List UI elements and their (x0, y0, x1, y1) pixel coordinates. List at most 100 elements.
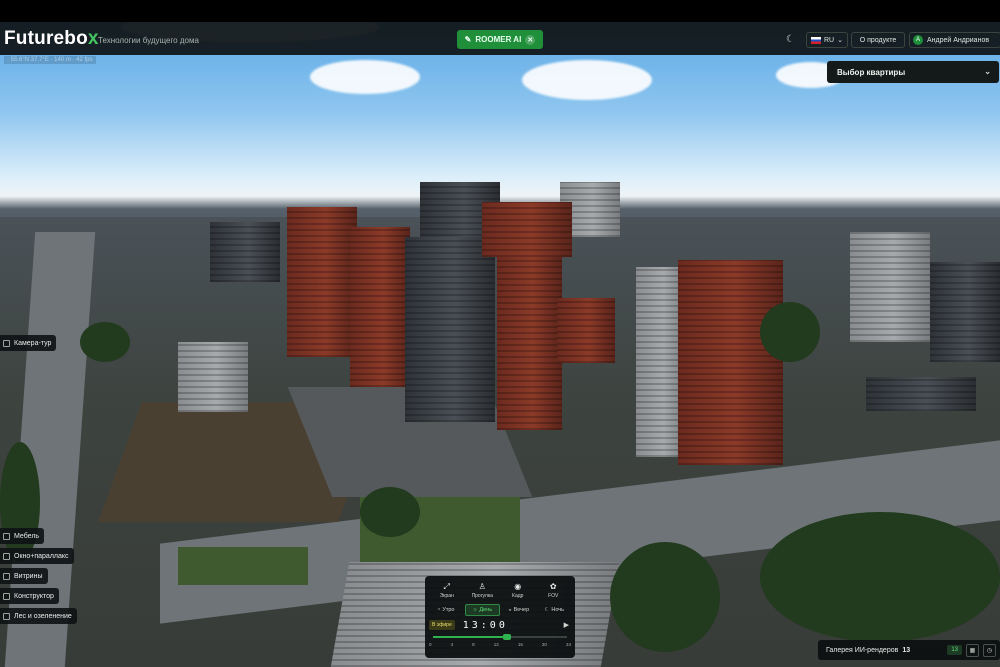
tool-camera-tour[interactable]: Камера-тур (0, 335, 57, 351)
gallery-images-chip[interactable]: 13 (947, 645, 962, 655)
walk-icon: ♙ (478, 582, 486, 591)
tick-label: 20 (541, 642, 547, 647)
tick-label: 0 (429, 642, 432, 647)
building (850, 232, 930, 342)
mode-fov-button[interactable]: ✿ FOV (536, 580, 572, 602)
sunrise-icon: ◔ (437, 607, 441, 613)
apartment-select-dropdown[interactable]: Выбор квартиры ⌄ (827, 61, 999, 83)
tick-label: 8 (472, 642, 475, 647)
mode-frame-button[interactable]: ◉ Кадр (500, 580, 536, 602)
tree (360, 487, 420, 537)
building (866, 377, 976, 411)
tick-label: 24 (565, 642, 571, 647)
residential-tower (678, 260, 783, 465)
camera-icon: ◉ (514, 582, 522, 591)
city-3d-viewport[interactable] (0, 22, 1000, 667)
logo-main-text: Futurebo (4, 28, 88, 49)
moon-icon[interactable]: ☾ (786, 34, 797, 45)
tree (610, 542, 720, 652)
close-icon[interactable]: ✕ (525, 34, 536, 45)
live-badge[interactable]: В эфире (429, 620, 455, 630)
time-of-day-row: ◔ Утро ☼ День ◒ Вечер ☾ Ночь (429, 604, 571, 616)
building (178, 342, 248, 412)
mode-walk-button[interactable]: ♙ Прогулка (465, 580, 501, 602)
camera-tour-icon (3, 339, 10, 347)
tree (760, 302, 820, 362)
building (557, 298, 615, 363)
lawn (178, 547, 308, 585)
grid-icon[interactable]: ▦ (966, 643, 979, 657)
time-of-day-day[interactable]: ☼ День (464, 604, 500, 616)
time-slider-fill (433, 636, 507, 638)
gallery-label: Галерея ИИ-рендеров (826, 646, 899, 654)
time-of-day-morning[interactable]: ◔ Утро (429, 604, 463, 616)
chevron-down-icon: ⌄ (837, 37, 843, 44)
building (930, 262, 1000, 362)
play-icon[interactable]: ▶ (564, 621, 569, 629)
residential-tower (405, 237, 495, 422)
user-name: Андрей Андрианов (927, 36, 990, 44)
user-profile-button[interactable]: А Андрей Андрианов (909, 32, 1000, 48)
ai-render-gallery-button[interactable]: Галерея ИИ-рендеров 13 13 ▦ ◷ (818, 640, 1000, 660)
time-slider-ticks: 0 4 8 12 16 20 24 (429, 642, 571, 647)
time-slider-handle[interactable] (502, 634, 511, 640)
gallery-count: 13 (902, 646, 911, 654)
time-value: 13:00 (462, 619, 508, 631)
building (210, 222, 280, 282)
mode-screen-button[interactable]: ⤢ Экран (429, 580, 465, 602)
tree (80, 322, 130, 362)
tool-label: Конструктор (14, 592, 54, 600)
tool-label: Камера-тур (14, 339, 52, 347)
showcase-icon (3, 572, 10, 580)
tod-label: Утро (442, 607, 455, 613)
tool-label: Витрины (14, 572, 43, 580)
language-select[interactable]: RU ⌄ (806, 32, 848, 48)
history-icon[interactable]: ◷ (983, 643, 996, 657)
sunset-icon: ◒ (508, 607, 512, 613)
time-of-day-night[interactable]: ☾ Ночь (538, 604, 572, 616)
cloud (310, 60, 420, 94)
residential-tower (287, 207, 357, 357)
app-logo[interactable]: Futurebox (4, 28, 99, 50)
sparkle-icon: ✎ (464, 35, 472, 44)
tick-label: 4 (450, 642, 454, 647)
residential-tower (497, 250, 562, 430)
moon-icon: ☾ (544, 607, 550, 613)
window-icon (3, 552, 10, 560)
tool-label: Окно+параллакс (14, 552, 69, 560)
about-product-button[interactable]: О продукте (851, 32, 905, 48)
tool-forest-greenery[interactable]: Лес и озеленение (0, 608, 77, 624)
tool-label: Лес и озеленение (14, 612, 72, 620)
tod-label: День (479, 607, 493, 613)
language-code: RU (824, 36, 835, 44)
tree (760, 512, 1000, 642)
camera-control-panel: ⤢ Экран ♙ Прогулка ◉ Кадр ✿ FOV ◔ Утро ☼… (425, 576, 575, 658)
tool-window-parallax[interactable]: Окно+параллакс (0, 548, 74, 564)
time-slider[interactable] (433, 634, 567, 640)
tool-constructor[interactable]: Конструктор (0, 588, 59, 604)
tod-label: Вечер (513, 607, 530, 613)
tick-label: 12 (493, 642, 499, 647)
mode-label: Прогулка (471, 593, 493, 599)
roomer-ai-button[interactable]: ✎ ROOMER AI ✕ (457, 30, 543, 49)
residential-tower (350, 227, 410, 387)
tool-showcases[interactable]: Витрины (0, 568, 48, 584)
mode-label: Кадр (512, 593, 524, 599)
app-header: Futurebox Технологии будущего дома ✎ ROO… (0, 22, 1000, 55)
time-of-day-evening[interactable]: ◒ Вечер (502, 604, 536, 616)
sun-icon: ☼ (472, 607, 478, 613)
apartment-select-label: Выбор квартиры (837, 67, 906, 77)
russia-flag-icon (811, 36, 821, 44)
fullscreen-icon: ⤢ (443, 582, 450, 591)
tree (0, 442, 40, 562)
chevron-down-icon: ⌄ (984, 67, 991, 76)
tree-icon (3, 612, 10, 620)
cloud (522, 60, 652, 100)
residential-tower (482, 202, 572, 257)
mode-label: Экран (439, 593, 454, 599)
tool-furniture[interactable]: Мебель (0, 528, 45, 544)
roomer-ai-label: ROOMER AI (475, 35, 522, 44)
fov-icon: ✿ (549, 582, 557, 591)
time-row: В эфире 13:00 ▶ (429, 618, 571, 632)
view-mode-row: ⤢ Экран ♙ Прогулка ◉ Кадр ✿ FOV (429, 580, 571, 602)
